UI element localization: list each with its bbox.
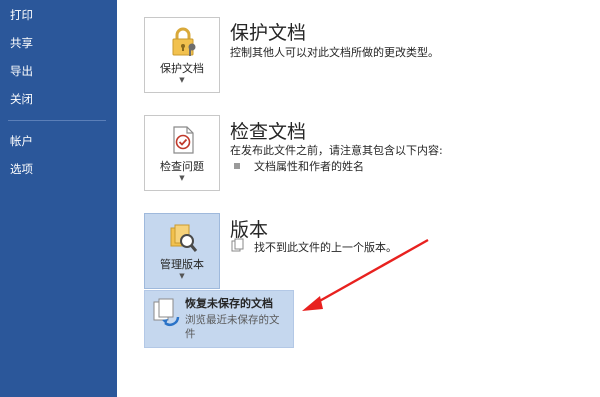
versions-description: 找不到此文件的上一个版本。 <box>254 241 397 254</box>
sidebar-item-account[interactable]: 帐户 <box>0 128 117 154</box>
manage-versions-button-label: 管理版本 <box>160 258 204 271</box>
sidebar-item-export[interactable]: 导出 <box>0 58 117 84</box>
sidebar-item-close[interactable]: 关闭 <box>0 86 117 112</box>
check-issues-button[interactable]: 检查问题 ▼ <box>144 115 220 191</box>
bullet-icon <box>234 163 240 169</box>
inspect-document-description: 在发布此文件之前，请注意其包含以下内容: <box>230 144 443 157</box>
inspect-bullet-item: 文档属性和作者的姓名 <box>254 160 364 173</box>
sidebar-divider <box>8 120 106 121</box>
document-versions-search-icon <box>170 224 198 252</box>
chevron-down-icon: ▼ <box>179 76 185 84</box>
lock-key-icon <box>172 27 196 56</box>
manage-versions-button[interactable]: 管理版本 ▼ <box>144 213 220 289</box>
chevron-down-icon: ▼ <box>179 272 185 280</box>
recover-documents-icon <box>153 298 180 326</box>
recover-unsaved-documents-item[interactable]: 恢复未保存的文档 浏览最近未保存的文件 <box>144 290 294 348</box>
sidebar-item-options[interactable]: 选项 <box>0 156 117 182</box>
recover-unsaved-documents-description: 浏览最近未保存的文件 <box>185 314 280 340</box>
document-check-icon <box>173 126 194 154</box>
protect-document-title: 保护文档 <box>230 22 307 44</box>
document-stack-icon <box>231 238 244 252</box>
recover-unsaved-documents-title: 恢复未保存的文档 <box>185 297 273 310</box>
sidebar-item-share[interactable]: 共享 <box>0 30 117 56</box>
inspect-document-title: 检查文档 <box>230 121 307 143</box>
chevron-down-icon: ▼ <box>179 174 185 182</box>
check-issues-button-label: 检查问题 <box>160 160 204 173</box>
protect-document-button[interactable]: 保护文档 ▼ <box>144 17 220 93</box>
protect-document-button-label: 保护文档 <box>160 62 204 75</box>
file-backstage-view: 打印 共享 导出 关闭 帐户 选项 保护文档 ▼ 保护文档 控制其他人可以对此文… <box>0 0 600 397</box>
protect-document-description: 控制其他人可以对此文档所做的更改类型。 <box>230 46 439 59</box>
sidebar-item-print[interactable]: 打印 <box>0 2 117 28</box>
backstage-sidebar: 打印 共享 导出 关闭 帐户 选项 <box>0 0 117 397</box>
